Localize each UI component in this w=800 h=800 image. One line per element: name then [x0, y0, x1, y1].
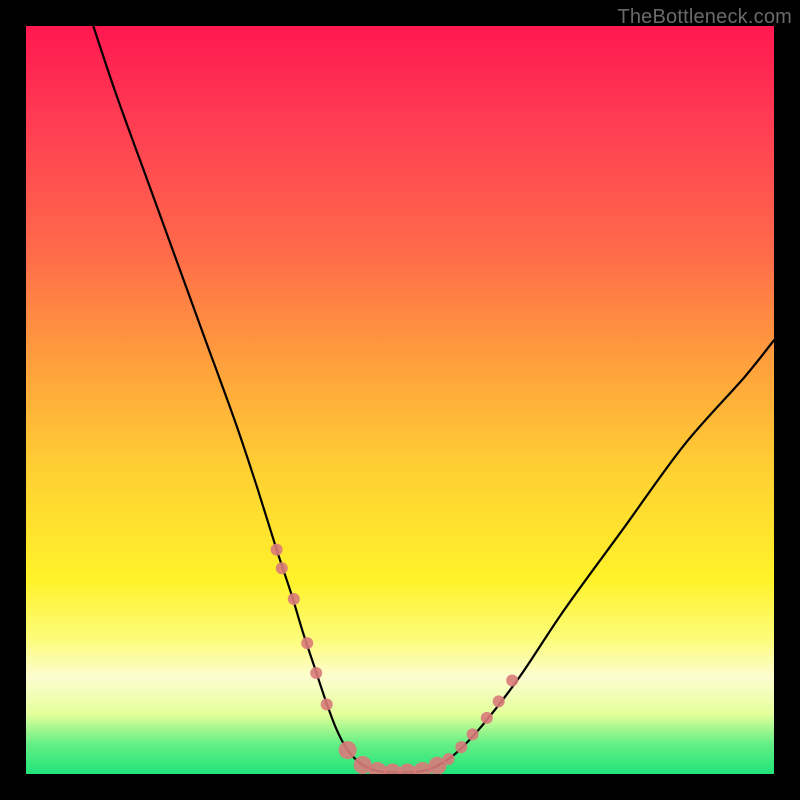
marker-point [301, 637, 313, 649]
marker-point [413, 762, 431, 774]
plot-area [26, 26, 774, 774]
marker-point [310, 667, 322, 679]
curve-layer [26, 26, 774, 774]
marker-point [493, 695, 505, 707]
bottleneck-curve [93, 26, 774, 773]
marker-point [399, 764, 417, 775]
marker-group [271, 544, 519, 774]
marker-point [467, 728, 479, 740]
marker-point [321, 698, 333, 710]
marker-point [339, 741, 357, 759]
marker-point [481, 712, 493, 724]
marker-point [506, 675, 518, 687]
marker-point [288, 593, 300, 605]
marker-point [455, 741, 467, 753]
watermark-text: TheBottleneck.com [617, 6, 792, 29]
marker-point [384, 764, 402, 775]
marker-point [369, 762, 387, 774]
marker-point [443, 753, 455, 765]
marker-point [428, 757, 446, 774]
marker-point [271, 544, 283, 556]
chart-frame: TheBottleneck.com [0, 0, 800, 800]
marker-point [354, 756, 372, 774]
marker-point [276, 562, 288, 574]
